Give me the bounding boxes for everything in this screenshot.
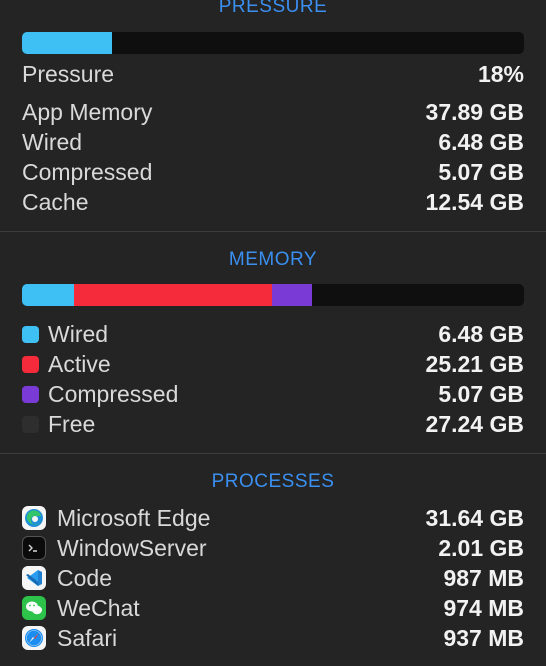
memory-bar-wired-segment <box>22 284 75 306</box>
active-swatch <box>22 355 39 373</box>
vscode-icon <box>22 566 46 590</box>
wired-value: 6.48 GB <box>438 128 524 155</box>
app-memory-label: App Memory <box>22 98 153 125</box>
memory-bar-compressed-segment <box>271 284 313 306</box>
process-windowserver-label-group: WindowServer <box>22 535 207 562</box>
process-code-label-group: Code <box>22 565 112 592</box>
memory-section-title: MEMORY <box>228 249 318 270</box>
process-memory: 2.01 GB <box>438 534 524 561</box>
memory-wired-row: Wired 6.48 GB <box>22 319 524 349</box>
memory-wired-label: Wired <box>48 320 109 347</box>
compressed-swatch <box>22 385 39 403</box>
compressed-label: Compressed <box>22 158 153 185</box>
pressure-bar-fill <box>22 32 113 54</box>
pressure-section-title: PRESSURE <box>218 0 328 17</box>
free-swatch <box>22 415 39 433</box>
memory-free-legend: Free <box>22 411 95 438</box>
cache-value: 12.54 GB <box>425 188 524 215</box>
memory-bar <box>22 284 524 306</box>
process-row-code[interactable]: Code 987 MB <box>22 563 524 593</box>
process-row-safari[interactable]: Safari 937 MB <box>22 623 524 653</box>
pressure-label: Pressure <box>22 60 115 87</box>
memory-compressed-value: 5.07 GB <box>438 380 524 407</box>
pressure-row: Pressure 18% <box>22 59 524 89</box>
cache-row: Cache 12.54 GB <box>22 187 524 217</box>
app-memory-value: 37.89 GB <box>425 98 524 125</box>
compressed-row: Compressed 5.07 GB <box>22 157 524 187</box>
pressure-bar <box>22 32 524 54</box>
process-wechat-label-group: WeChat <box>22 595 140 622</box>
memory-wired-value: 6.48 GB <box>438 320 524 347</box>
process-name: Microsoft Edge <box>57 504 211 531</box>
memory-active-row: Active 25.21 GB <box>22 349 524 379</box>
safari-icon <box>22 626 46 650</box>
memory-free-label: Free <box>48 410 96 437</box>
cache-label: Cache <box>22 188 89 215</box>
process-safari-label-group: Safari <box>22 625 117 652</box>
app-memory-row: App Memory 37.89 GB <box>22 97 524 127</box>
process-row-wechat[interactable]: WeChat 974 MB <box>22 593 524 623</box>
process-memory: 937 MB <box>443 624 524 651</box>
memory-active-value: 25.21 GB <box>425 350 524 377</box>
section-divider <box>0 231 546 232</box>
memory-compressed-label: Compressed <box>48 380 179 407</box>
process-memory: 987 MB <box>443 564 524 591</box>
process-name: WeChat <box>57 594 140 621</box>
terminal-icon <box>22 536 46 560</box>
processes-section-title: PROCESSES <box>211 471 335 492</box>
process-memory: 31.64 GB <box>425 504 524 531</box>
memory-free-value: 27.24 GB <box>425 410 524 437</box>
pressure-value: 18% <box>477 60 524 87</box>
wired-swatch <box>22 325 39 343</box>
memory-active-label: Active <box>48 350 111 377</box>
memory-free-row: Free 27.24 GB <box>22 409 524 439</box>
process-name: Safari <box>57 624 118 651</box>
memory-compressed-row: Compressed 5.07 GB <box>22 379 524 409</box>
memory-bar-active-segment <box>74 284 272 306</box>
memory-compressed-legend: Compressed <box>22 381 178 408</box>
wired-row: Wired 6.48 GB <box>22 127 524 157</box>
memory-active-legend: Active <box>22 351 111 378</box>
process-name: WindowServer <box>57 534 207 561</box>
section-divider <box>0 453 546 454</box>
process-memory: 974 MB <box>443 594 524 621</box>
memory-wired-legend: Wired <box>22 321 108 348</box>
compressed-value: 5.07 GB <box>438 158 524 185</box>
edge-icon <box>22 506 46 530</box>
process-name: Code <box>57 564 112 591</box>
wired-label: Wired <box>22 128 83 155</box>
wechat-icon <box>22 596 46 620</box>
process-row-windowserver[interactable]: WindowServer 2.01 GB <box>22 533 524 563</box>
process-edge-label-group: Microsoft Edge <box>22 505 210 532</box>
process-row-edge[interactable]: Microsoft Edge 31.64 GB <box>22 503 524 533</box>
